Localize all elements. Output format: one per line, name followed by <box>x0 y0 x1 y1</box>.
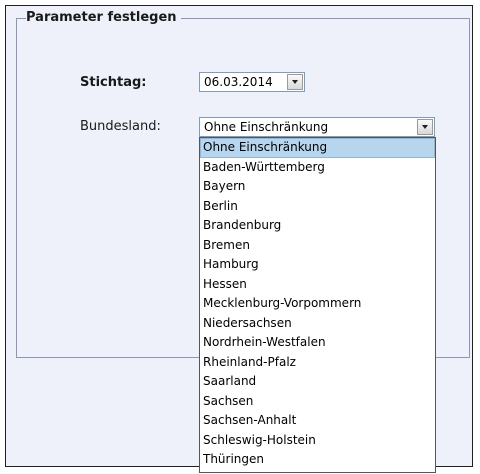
stichtag-select[interactable]: 06.03.2014 <box>199 72 305 92</box>
dropdown-option[interactable]: Hessen <box>200 275 435 295</box>
bundesland-select[interactable]: Ohne Einschränkung <box>199 117 435 137</box>
dropdown-option[interactable]: Nordrhein-Westfalen <box>200 333 435 353</box>
dropdown-option[interactable]: Sachsen <box>200 392 435 412</box>
bundesland-dropdown-list[interactable]: Ohne Einschränkung Baden-Württemberg Bayer… <box>199 137 436 473</box>
bundesland-value: Ohne Einschränkung <box>204 120 329 134</box>
dropdown-option[interactable]: Brandenburg <box>200 216 435 236</box>
window-frame: Parameter festlegen Stichtag: 06.03.2014… <box>5 5 473 473</box>
dropdown-option[interactable]: Niedersachsen <box>200 314 435 334</box>
chevron-down-icon <box>422 125 428 129</box>
dropdown-option[interactable]: Saarland <box>200 372 435 392</box>
dropdown-option[interactable]: Sachsen-Anhalt <box>200 411 435 431</box>
dropdown-option[interactable]: Thüringen <box>200 450 435 470</box>
dropdown-option[interactable]: Baden-Württemberg <box>200 158 435 178</box>
dropdown-option[interactable]: Bremen <box>200 236 435 256</box>
stichtag-value: 06.03.2014 <box>204 75 273 89</box>
chevron-down-icon <box>292 80 298 84</box>
fieldset-legend-line <box>19 18 25 19</box>
dropdown-option[interactable]: Hamburg <box>200 255 435 275</box>
dropdown-option[interactable]: Berlin <box>200 197 435 217</box>
dropdown-option[interactable]: Ohne Einschränkung <box>200 138 435 158</box>
dropdown-option[interactable]: Bayern <box>200 177 435 197</box>
stichtag-label: Stichtag: <box>80 75 147 90</box>
stichtag-dropdown-button[interactable] <box>287 74 303 90</box>
fieldset-legend: Parameter festlegen <box>26 10 181 26</box>
dropdown-option[interactable]: Schleswig-Holstein <box>200 431 435 451</box>
bundesland-label: Bundesland: <box>80 119 161 134</box>
dropdown-option[interactable]: Mecklenburg-Vorpommern <box>200 294 435 314</box>
dropdown-option[interactable]: Rheinland-Pfalz <box>200 353 435 373</box>
bundesland-dropdown-button[interactable] <box>417 119 433 135</box>
